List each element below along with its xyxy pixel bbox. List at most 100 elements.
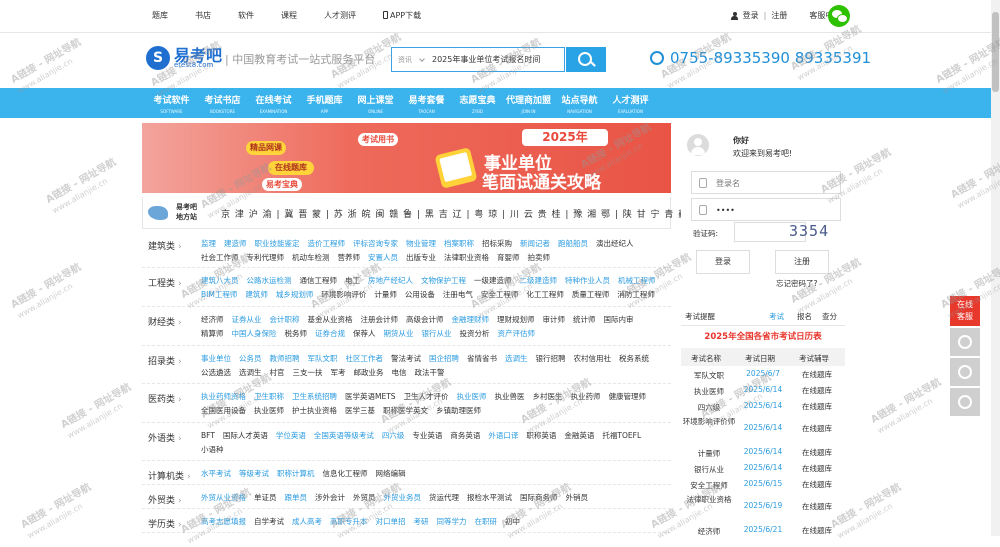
category-link[interactable]: 精算师 (201, 327, 224, 341)
category-link[interactable]: 国企招聘 (429, 352, 459, 366)
category-link[interactable]: 出版专业 (406, 251, 436, 265)
top-register-link[interactable]: 注册 (771, 10, 787, 21)
exam-calendar-title[interactable]: 2025年全国各省市考试日历表 (681, 330, 845, 342)
category-link[interactable]: 电信 (392, 366, 407, 380)
category-link[interactable]: 外贸从业资格 (201, 491, 246, 505)
category-title[interactable]: 医药类 (148, 392, 182, 405)
category-link[interactable]: 执业药师资格 (201, 390, 246, 404)
exam-tutoring-link[interactable]: 在线题库 (789, 501, 845, 512)
category-link[interactable]: 社会工作师 (201, 251, 239, 265)
category-link[interactable]: 银行招聘 (536, 352, 566, 366)
category-title[interactable]: 建筑类 (148, 239, 182, 252)
exam-name[interactable]: 计量师 (681, 447, 737, 461)
category-link[interactable]: 医学英语METS (345, 390, 396, 404)
category-link[interactable]: 四六级 (382, 429, 405, 443)
category-link[interactable]: 档案职称 (444, 237, 474, 251)
category-link[interactable]: 信息化工程师 (323, 467, 368, 481)
side-wechat-button[interactable] (950, 358, 980, 386)
category-link[interactable]: 专业英语 (412, 429, 442, 443)
search-input[interactable] (432, 51, 562, 68)
category-link[interactable]: 成人高考 (292, 515, 322, 529)
category-link[interactable]: 社区工作者 (346, 352, 384, 366)
exam-name[interactable]: 执业医师 (681, 385, 737, 399)
tab-exam[interactable]: 考试 (769, 311, 784, 322)
category-link[interactable]: 托福TOEFL (602, 429, 641, 443)
category-link[interactable]: 选调生 (505, 352, 528, 366)
main-nav-item[interactable]: 人才测评 EVALUATION (605, 88, 656, 118)
category-link[interactable]: 物业管理 (406, 237, 436, 251)
category-link[interactable]: 乡村医生 (533, 390, 563, 404)
category-link[interactable]: 高级会计师 (406, 313, 444, 327)
category-link[interactable]: 演出经纪人 (596, 237, 634, 251)
exam-tutoring-link[interactable]: 在线题库 (789, 447, 845, 458)
category-title[interactable]: 外贸类 (148, 493, 182, 506)
top-nav-question-bank[interactable]: 题库 (152, 10, 168, 21)
category-link[interactable]: 卫生人才评价 (404, 390, 449, 404)
category-link[interactable]: 外贸业务员 (384, 491, 422, 505)
search-button[interactable] (566, 47, 606, 72)
category-link[interactable]: 新闻记者 (520, 237, 550, 251)
exam-tutoring-link[interactable]: 在线题库 (789, 423, 845, 434)
category-link[interactable]: 高考志愿填报 (201, 515, 246, 529)
category-link[interactable]: 三支一扶 (293, 366, 323, 380)
category-link[interactable]: 注册电气 (443, 288, 473, 302)
login-button[interactable]: 登录 (696, 250, 750, 274)
category-link[interactable]: 拍卖师 (528, 251, 551, 265)
category-link[interactable]: 报检水平测试 (467, 491, 512, 505)
category-link[interactable]: 选调生 (239, 366, 262, 380)
category-title[interactable]: 学历类 (148, 517, 182, 530)
category-link[interactable]: 外销员 (566, 491, 589, 505)
category-link[interactable]: 育婴师 (497, 251, 520, 265)
category-link[interactable]: 会计职称 (270, 313, 300, 327)
category-link[interactable]: 造价工程师 (308, 237, 346, 251)
online-service-button[interactable]: 在线客服 (950, 296, 980, 326)
category-link[interactable]: 村官 (270, 366, 285, 380)
promo-banner[interactable]: 精品网课 考试用书 在线题库 易考宝典 2025年 事业单位 笔面试通关攻略 (142, 123, 671, 193)
category-link[interactable]: 政法干警 (415, 366, 445, 380)
exam-tutoring-link[interactable]: 在线题库 (789, 525, 845, 536)
category-link[interactable]: 安置人员 (368, 251, 398, 265)
category-link[interactable]: 机动车检测 (292, 251, 330, 265)
category-link[interactable]: 建造师 (224, 237, 247, 251)
page-scrollbar[interactable] (991, 0, 1000, 536)
category-link[interactable]: 国际商务师 (520, 491, 558, 505)
category-link[interactable]: BIM工程师 (201, 288, 237, 302)
top-nav-courses[interactable]: 课程 (281, 10, 297, 21)
category-link[interactable]: 商务英语 (450, 429, 480, 443)
category-link[interactable]: 计量师 (374, 288, 397, 302)
exam-name[interactable]: 银行从业 (681, 463, 737, 477)
top-login-link[interactable]: 登录 (743, 10, 759, 21)
category-link[interactable]: 事业单位 (201, 352, 231, 366)
main-nav-item[interactable]: 在线考试 EXAMINATION (248, 88, 299, 118)
top-nav-app-download[interactable]: APP下载 (383, 10, 448, 21)
category-link[interactable]: 教师招聘 (270, 352, 300, 366)
category-link[interactable]: 房地产经纪人 (368, 274, 413, 288)
category-link[interactable]: 考研 (414, 515, 429, 529)
category-link[interactable]: 涉外会计 (315, 491, 345, 505)
category-link[interactable]: 执业兽医 (495, 390, 525, 404)
exam-tutoring-link[interactable]: 在线题库 (789, 401, 845, 412)
category-link[interactable]: 机械工程师 (618, 274, 656, 288)
category-link[interactable]: 跑船船员 (558, 237, 588, 251)
category-link[interactable]: 执业医师 (254, 404, 284, 418)
exam-name[interactable]: 军队文职 (681, 369, 737, 383)
category-link[interactable]: 水平考试 (201, 467, 231, 481)
category-link[interactable]: 外语口译 (488, 429, 518, 443)
category-link[interactable]: 注册会计师 (361, 313, 399, 327)
wechat-icon[interactable] (828, 5, 850, 27)
exam-tutoring-link[interactable]: 在线题库 (789, 479, 845, 490)
category-title[interactable]: 外语类 (148, 431, 182, 444)
tab-score[interactable]: 查分 (822, 311, 837, 322)
password-input[interactable] (716, 203, 836, 217)
category-link[interactable]: 建筑师 (245, 288, 268, 302)
category-link[interactable]: 公用设备 (405, 288, 435, 302)
main-nav-item[interactable]: 考试软件 SOFTWARE (146, 88, 197, 118)
category-title[interactable]: 财经类 (148, 315, 182, 328)
side-phone-button[interactable] (950, 328, 980, 356)
category-link[interactable]: 二级建造师 (520, 274, 558, 288)
category-link[interactable]: 全国医用设备 (201, 404, 246, 418)
main-nav-item[interactable]: 代理商加盟 JOIN IN (503, 88, 554, 118)
category-link[interactable]: 期货从业 (384, 327, 414, 341)
forgot-password-link[interactable]: 忘记密码了? (776, 278, 817, 289)
category-link[interactable]: 职称医学英文 (383, 404, 428, 418)
